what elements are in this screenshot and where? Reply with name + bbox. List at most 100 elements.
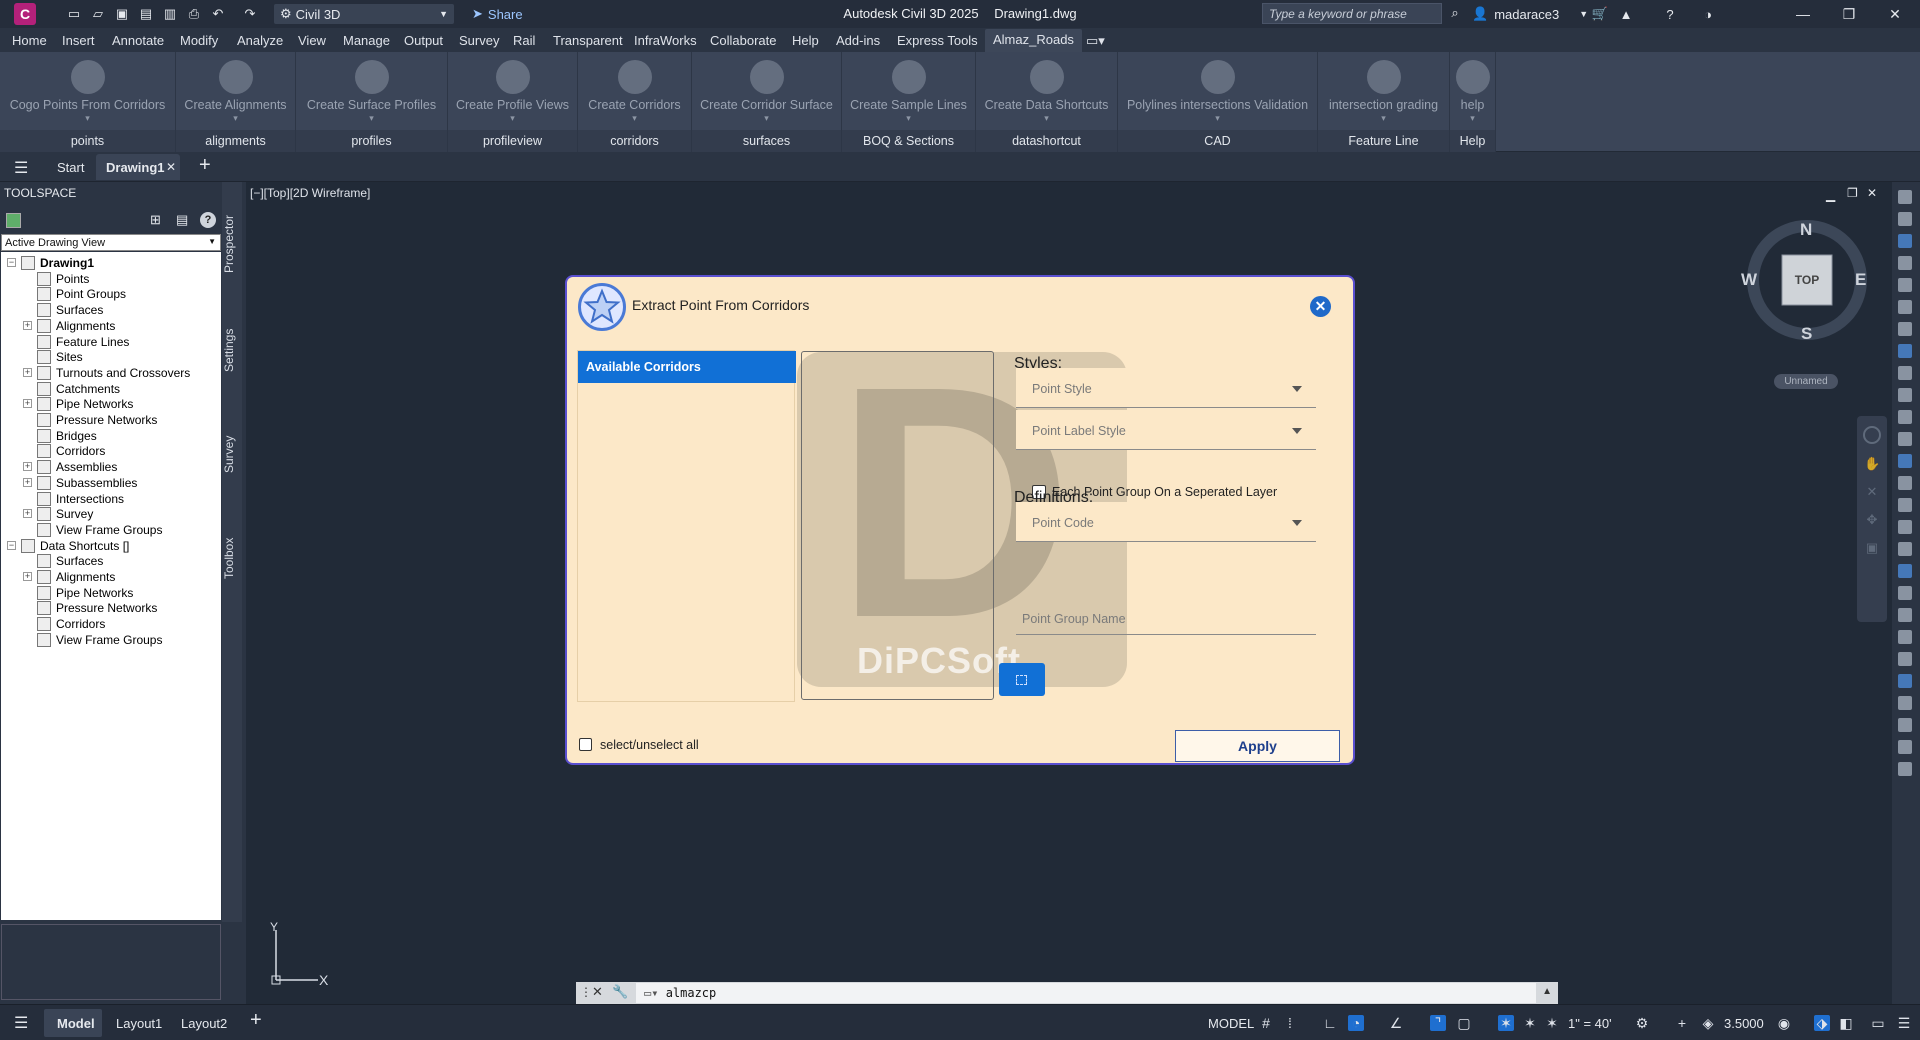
tab-manage[interactable]: Manage	[343, 33, 390, 48]
viewport-restore-icon[interactable]: ❐	[1847, 186, 1858, 200]
available-corridors-list[interactable]: Available Corridors	[577, 350, 796, 702]
ribbon-button-create-profile-views[interactable]: Create Profile Views ▾	[448, 56, 577, 124]
layout-tab-model[interactable]: Model	[44, 1009, 102, 1037]
snap-icon[interactable]: ⁞	[1282, 1015, 1298, 1031]
navigation-bar[interactable]: ✋ ✕ ✥ ▣	[1857, 416, 1887, 622]
plus-icon[interactable]: +	[1674, 1015, 1690, 1031]
annotation-scale-select[interactable]: 1" = 40'	[1568, 1016, 1612, 1031]
item-view-icon[interactable]: ▤	[176, 212, 188, 228]
cart-icon[interactable]: 🛒	[1590, 5, 1610, 23]
tab-drawing1[interactable]: Drawing1 ✕	[96, 154, 180, 180]
collapse-icon[interactable]: −	[7, 258, 16, 267]
new-layout-icon[interactable]: +	[250, 1009, 262, 1032]
compass-north[interactable]: N	[1800, 220, 1812, 240]
isolate-objects-icon[interactable]: ◧	[1838, 1015, 1854, 1031]
showmotion-icon[interactable]: ▣	[1864, 540, 1880, 556]
apply-button[interactable]: Apply	[1175, 730, 1340, 762]
circle-icon[interactable]	[1898, 520, 1912, 534]
minimize-icon[interactable]: —	[1788, 4, 1818, 24]
object-snap-icon[interactable]: ⌝	[1430, 1015, 1446, 1031]
dimension-icon[interactable]	[1898, 608, 1912, 622]
tree-icon[interactable]	[1898, 718, 1912, 732]
tree-icon[interactable]: ⊞	[150, 212, 161, 228]
side-tab-toolbox[interactable]: Toolbox	[222, 508, 242, 608]
polar-tracking-icon[interactable]: ◔	[1348, 1015, 1364, 1031]
model-space-toggle[interactable]: MODEL	[1208, 1016, 1254, 1031]
stack-icon[interactable]	[1898, 740, 1912, 754]
view-select[interactable]: Active Drawing View ▼	[1, 234, 221, 251]
globe-icon[interactable]	[1898, 322, 1912, 336]
layout-tab-layout2[interactable]: Layout2	[181, 1016, 227, 1031]
expand-icon[interactable]: +	[23, 572, 32, 581]
side-tab-prospector[interactable]: Prospector	[222, 194, 242, 294]
tab-start[interactable]: Start	[57, 160, 84, 175]
toolspace-map-icon[interactable]	[6, 213, 21, 228]
tab-modify[interactable]: Modify	[180, 33, 218, 48]
compass-south[interactable]: S	[1801, 324, 1812, 344]
expand-icon[interactable]: +	[23, 367, 32, 377]
expand-icon[interactable]: +	[23, 477, 32, 487]
osnap-tracking-icon[interactable]: ∠	[1388, 1015, 1404, 1031]
orbit-icon[interactable]: ✥	[1864, 512, 1880, 528]
command-input[interactable]: ▭▾ almazcp	[636, 983, 1536, 1003]
tree-item[interactable]: View Frame Groups	[37, 631, 162, 649]
chevron-up-icon[interactable]: ▲	[1542, 986, 1552, 997]
style-icon[interactable]	[1898, 542, 1912, 556]
edit-icon[interactable]	[1898, 388, 1912, 402]
move-icon[interactable]	[1898, 762, 1912, 776]
ribbon-button-create-alignments[interactable]: Create Alignments ▾	[176, 56, 295, 124]
side-tab-settings[interactable]: Settings	[222, 300, 242, 400]
viewport-minimize-icon[interactable]: ▁	[1826, 188, 1835, 202]
point-label-style-select[interactable]: Point Label Style	[1016, 410, 1316, 450]
expand-icon[interactable]: +	[23, 509, 32, 519]
collapse-icon[interactable]: −	[7, 540, 16, 550]
gradient-icon[interactable]	[1898, 410, 1912, 424]
grid-icon[interactable]	[1898, 564, 1912, 578]
ribbon-button-create-surface-profiles[interactable]: Create Surface Profiles ▾	[296, 56, 447, 124]
point-icon[interactable]	[1898, 366, 1912, 380]
units-value[interactable]: 3.5000	[1724, 1016, 1764, 1031]
tab-survey[interactable]: Survey	[459, 33, 499, 48]
customize-wrench-icon[interactable]: 🔧	[612, 984, 628, 1000]
tab-home[interactable]: Home	[12, 33, 47, 48]
compass-east[interactable]: E	[1855, 270, 1866, 290]
tab-infraworks[interactable]: InfraWorks	[634, 33, 697, 48]
ribbon-button-create-data-shortcuts[interactable]: Create Data Shortcuts ▾	[976, 56, 1117, 124]
zoom-icon[interactable]: ✕	[1864, 484, 1880, 500]
tab-rail[interactable]: Rail	[513, 33, 535, 48]
select-corridor-button[interactable]	[999, 663, 1045, 696]
steering-wheel-icon[interactable]	[1863, 426, 1881, 444]
restore-icon[interactable]: ❐	[1834, 4, 1864, 24]
tab-analyze[interactable]: Analyze	[237, 33, 283, 48]
viewcube-top-face[interactable]: TOP	[1782, 273, 1832, 287]
search-input[interactable]: Type a keyword or phrase	[1262, 3, 1442, 24]
expand-icon[interactable]: +	[23, 320, 32, 330]
properties-icon[interactable]	[1898, 190, 1912, 204]
pan-icon[interactable]: ✋	[1864, 456, 1880, 472]
menu-icon[interactable]: ☰	[14, 158, 28, 178]
user-menu[interactable]: 👤 madarace3 ▼	[1472, 6, 1588, 22]
quick-properties-icon[interactable]: ◉	[1776, 1015, 1792, 1031]
ribbon-button-create-corridor-surface[interactable]: Create Corridor Surface ▾	[692, 56, 841, 124]
viewport-close-icon[interactable]: ✕	[1867, 186, 1877, 200]
selection-preview-box[interactable]	[801, 351, 994, 700]
tab-add-ins[interactable]: Add-ins	[836, 33, 880, 48]
ribbon-button-help[interactable]: help ▾	[1450, 56, 1495, 124]
hatch-icon[interactable]	[1898, 476, 1912, 490]
close-dialog-icon[interactable]: ✕	[1310, 296, 1331, 317]
ucs-menu[interactable]: Unnamed	[1774, 374, 1838, 389]
ribbon-button-polylines-intersections-validation[interactable]: Polylines intersections Validation ▾	[1118, 56, 1317, 124]
annotation-visibility-icon[interactable]: ✶	[1498, 1015, 1514, 1031]
annotation-scale-icon[interactable]: ✶	[1544, 1015, 1560, 1031]
point-group-name-input[interactable]: Point Group Name	[1016, 602, 1316, 635]
compass-west[interactable]: W	[1741, 270, 1757, 290]
feedback-icon[interactable]: ◑	[1698, 5, 1718, 23]
ortho-icon[interactable]: ∟	[1322, 1015, 1338, 1031]
search-icon[interactable]: ⌕	[1445, 4, 1465, 22]
grip-icon[interactable]: ⋮	[580, 985, 592, 999]
grid-icon[interactable]: #	[1258, 1015, 1274, 1031]
help-icon[interactable]: ?	[200, 212, 216, 228]
loop-icon[interactable]	[1898, 498, 1912, 512]
geolocation-icon[interactable]	[1898, 344, 1912, 358]
autodesk-a360-icon[interactable]: ▲	[1616, 5, 1636, 23]
